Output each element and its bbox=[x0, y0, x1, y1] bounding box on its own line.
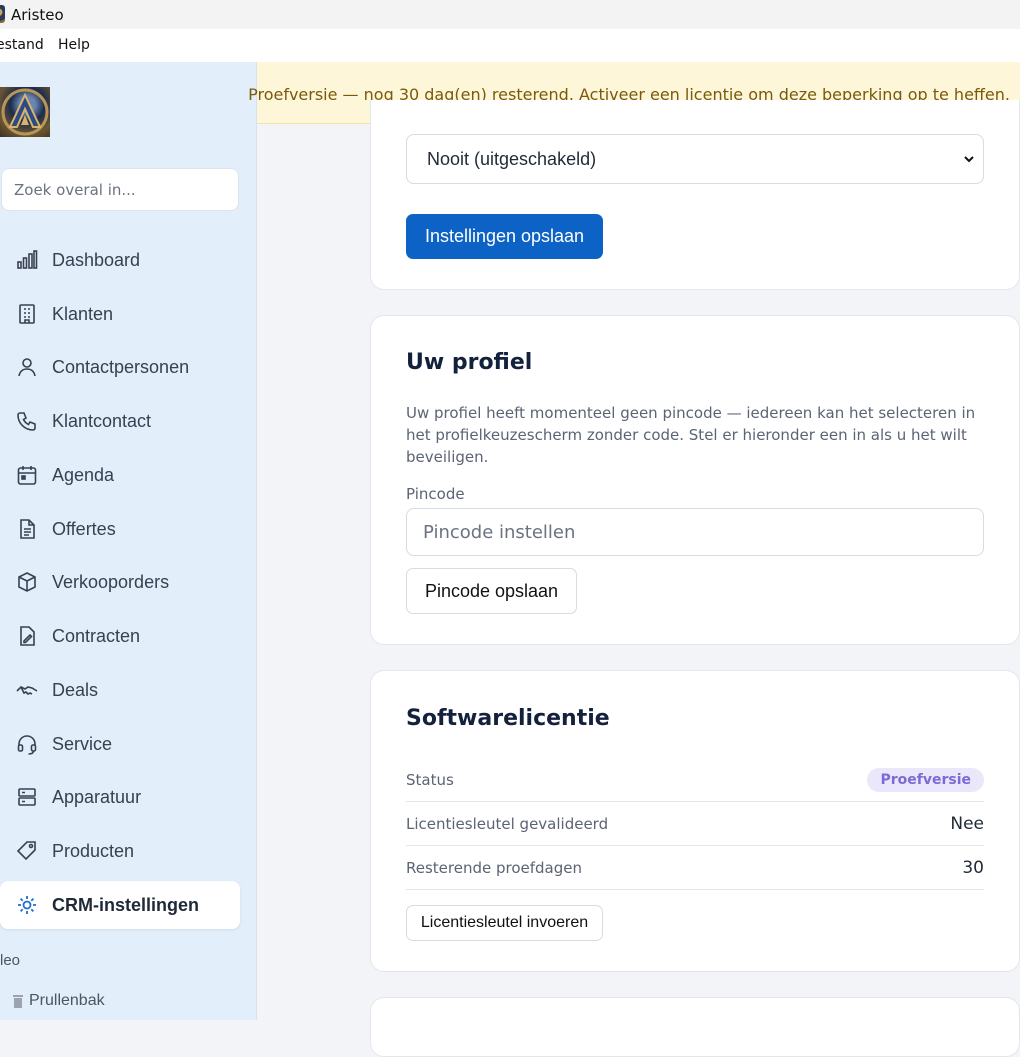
sidebar-item-label: Dashboard bbox=[52, 250, 141, 270]
menu-bar: estand Help bbox=[0, 29, 1020, 62]
license-title: Softwarelicentie bbox=[406, 706, 610, 731]
sidebar-item-label: Agenda bbox=[52, 465, 115, 485]
sidebar-item-klanten[interactable]: Klanten bbox=[0, 290, 240, 338]
person-icon bbox=[18, 358, 36, 377]
building-icon bbox=[19, 304, 35, 324]
sidebar-footer-text: leo bbox=[0, 952, 21, 969]
license-row-value: 30 bbox=[962, 858, 984, 878]
global-search-input[interactable] bbox=[1, 168, 239, 211]
app-logo[interactable] bbox=[0, 87, 50, 137]
server-icon bbox=[18, 788, 36, 806]
pin-input[interactable] bbox=[406, 508, 984, 556]
sidebar-item-producten[interactable]: Producten bbox=[0, 827, 240, 875]
license-row-key: Licentiesleutel gevalideerd bbox=[406, 815, 609, 833]
sidebar-item-label: Contactpersonen bbox=[52, 357, 190, 377]
save-settings-button[interactable]: Instellingen opslaan bbox=[406, 214, 603, 259]
menu-help[interactable]: Help bbox=[58, 37, 90, 53]
sidebar-item-label: Verkooporders bbox=[52, 572, 170, 592]
sidebar-item-label: Offertes bbox=[52, 519, 116, 539]
sidebar-item-label: Klanten bbox=[52, 304, 114, 324]
settings-card: Nooit (uitgeschakeld) Instellingen opsla… bbox=[370, 100, 1020, 290]
sidebar-item-label: Klantcontact bbox=[52, 411, 152, 431]
sidebar-item-label: Apparatuur bbox=[52, 787, 142, 807]
window-title: Aristeo bbox=[11, 6, 64, 24]
save-pin-button[interactable]: Pincode opslaan bbox=[406, 568, 577, 614]
bar-chart-icon bbox=[17, 250, 38, 269]
sidebar-item-crm-instellingen[interactable]: CRM-instellingen bbox=[0, 881, 240, 929]
sidebar-item-klantcontact[interactable]: Klantcontact bbox=[0, 397, 240, 445]
gear-icon bbox=[18, 896, 36, 914]
calendar-icon bbox=[17, 466, 37, 485]
document-icon bbox=[20, 519, 35, 539]
headset-icon bbox=[17, 735, 37, 755]
auto-lock-select[interactable]: Nooit (uitgeschakeld) bbox=[406, 134, 984, 184]
tag-icon bbox=[16, 841, 36, 861]
sidebar-item-deals[interactable]: Deals bbox=[0, 666, 240, 714]
sidebar: Dashboard Klanten Contactpersonen Klantc… bbox=[0, 62, 257, 1020]
license-row-status: Status Proefversie bbox=[406, 758, 984, 802]
sidebar-item-label: Contracten bbox=[52, 626, 141, 646]
box-icon bbox=[18, 572, 36, 592]
license-row-key: Resterende proefdagen bbox=[406, 859, 583, 877]
license-row-key: Status bbox=[406, 771, 454, 789]
contract-icon bbox=[20, 626, 35, 646]
sidebar-item-label: Service bbox=[52, 734, 113, 754]
sidebar-item-contactpersonen[interactable]: Contactpersonen bbox=[0, 343, 240, 391]
sidebar-item-verkooporders[interactable]: Verkooporders bbox=[0, 558, 240, 606]
profile-card: Uw profiel Uw profiel heeft momenteel ge… bbox=[370, 315, 1020, 645]
sidebar-item-apparatuur[interactable]: Apparatuur bbox=[0, 773, 240, 821]
sidebar-item-service[interactable]: Service bbox=[0, 720, 240, 768]
chevron-down-icon bbox=[964, 156, 974, 163]
handshake-icon bbox=[16, 686, 38, 695]
select-value: Nooit (uitgeschakeld) bbox=[427, 149, 597, 169]
sidebar-item-label: Producten bbox=[52, 841, 135, 861]
phone-icon bbox=[17, 412, 36, 431]
sidebar-item-dashboard[interactable]: Dashboard bbox=[0, 236, 240, 284]
profile-description: Uw profiel heeft momenteel geen pincode … bbox=[406, 404, 976, 466]
license-row-trial-days: Resterende proefdagen 30 bbox=[406, 846, 984, 890]
license-row-value: Nee bbox=[950, 814, 984, 834]
enter-license-key-button[interactable]: Licentiesleutel invoeren bbox=[406, 905, 603, 941]
next-card bbox=[370, 997, 1020, 1057]
license-card: Softwarelicentie Status Proefversie Lice… bbox=[370, 670, 1020, 972]
trash-icon bbox=[13, 995, 23, 1008]
sidebar-item-offertes[interactable]: Offertes bbox=[0, 505, 240, 553]
trash-label: Prullenbak bbox=[29, 992, 105, 1009]
license-row-validated: Licentiesleutel gevalideerd Nee bbox=[406, 802, 984, 846]
app-icon bbox=[0, 5, 5, 23]
trash-link[interactable]: Prullenbak bbox=[12, 992, 105, 1010]
profile-title: Uw profiel bbox=[406, 350, 533, 375]
title-bar: Aristeo bbox=[0, 0, 1020, 29]
sidebar-item-label: Deals bbox=[52, 680, 99, 700]
sidebar-item-label: CRM-instellingen bbox=[52, 895, 199, 915]
status-badge: Proefversie bbox=[867, 768, 984, 792]
sidebar-item-agenda[interactable]: Agenda bbox=[0, 451, 240, 499]
pin-label: Pincode bbox=[406, 485, 465, 503]
menu-bestand[interactable]: estand bbox=[0, 37, 44, 53]
sidebar-item-contracten[interactable]: Contracten bbox=[0, 612, 240, 660]
